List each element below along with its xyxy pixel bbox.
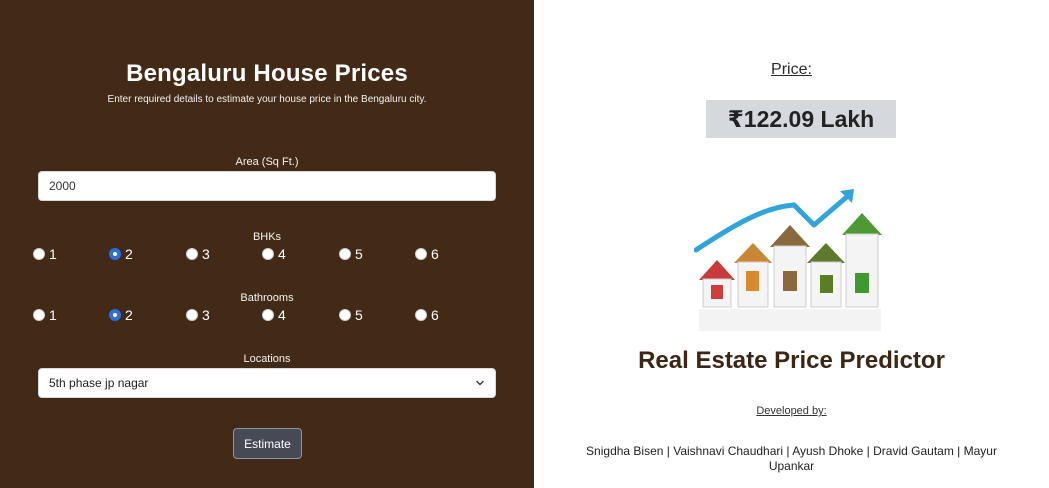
- bhk-label: BHKs: [252, 231, 282, 243]
- area-label: Area (Sq Ft.): [235, 156, 299, 168]
- bath-option-label: 4: [278, 307, 286, 323]
- bhk-option-1[interactable]: 1: [33, 246, 57, 262]
- radio-button[interactable]: [262, 309, 274, 321]
- developer-names: Snigdha Bisen | Vaishnavi Chaudhari | Ay…: [586, 444, 997, 473]
- bhk-option-label: 5: [355, 246, 363, 262]
- chevron-down-icon: [476, 380, 484, 386]
- location-selected-value: 5th phase jp nagar: [49, 376, 149, 390]
- form-subtitle: Enter required details to estimate your …: [107, 94, 427, 105]
- radio-button[interactable]: [186, 248, 198, 260]
- radio-button[interactable]: [33, 248, 45, 260]
- bhk-option-2[interactable]: 2: [109, 246, 133, 262]
- bhk-option-label: 2: [125, 246, 133, 262]
- bath-option-label: 3: [202, 307, 210, 323]
- bhk-option-3[interactable]: 3: [186, 246, 210, 262]
- bathrooms-radio-group: 1 2 3 4 5 6: [33, 307, 503, 327]
- estimate-button[interactable]: Estimate: [233, 428, 302, 459]
- bath-option-label: 6: [431, 307, 439, 323]
- bhk-option-label: 4: [278, 246, 286, 262]
- radio-button-selected[interactable]: [109, 309, 121, 321]
- developed-by-label: Developed by:: [756, 405, 827, 417]
- form-title: Bengaluru House Prices: [126, 60, 408, 87]
- radio-button[interactable]: [262, 248, 274, 260]
- bath-option-1[interactable]: 1: [33, 307, 57, 323]
- bath-option-label: 2: [125, 307, 133, 323]
- input-panel: Bengaluru House Prices Enter required de…: [0, 0, 534, 488]
- radio-button[interactable]: [339, 309, 351, 321]
- bath-option-label: 5: [355, 307, 363, 323]
- price-label: Price:: [771, 61, 812, 78]
- real-estate-illustration: [694, 189, 882, 331]
- radio-button[interactable]: [186, 309, 198, 321]
- bhk-option-4[interactable]: 4: [262, 246, 286, 262]
- bhk-option-label: 1: [49, 246, 57, 262]
- bath-option-5[interactable]: 5: [339, 307, 363, 323]
- bhk-radio-group: 1 2 3 4 5 6: [33, 246, 503, 266]
- bathrooms-label: Bathrooms: [240, 292, 294, 304]
- result-panel: Price: ₹122.09 Lakh Real Estate Price Pr…: [534, 0, 1049, 488]
- location-select[interactable]: 5th phase jp nagar: [38, 368, 496, 398]
- bath-option-6[interactable]: 6: [415, 307, 439, 323]
- bath-option-2[interactable]: 2: [109, 307, 133, 323]
- radio-button[interactable]: [339, 248, 351, 260]
- area-input[interactable]: [38, 171, 496, 201]
- radio-button[interactable]: [415, 309, 427, 321]
- bhk-option-5[interactable]: 5: [339, 246, 363, 262]
- app-title: Real Estate Price Predictor: [638, 347, 945, 374]
- bath-option-4[interactable]: 4: [262, 307, 286, 323]
- bhk-option-6[interactable]: 6: [415, 246, 439, 262]
- bath-option-3[interactable]: 3: [186, 307, 210, 323]
- price-value: ₹122.09 Lakh: [706, 100, 896, 138]
- radio-button[interactable]: [415, 248, 427, 260]
- radio-button-selected[interactable]: [109, 248, 121, 260]
- radio-button[interactable]: [33, 309, 45, 321]
- bhk-option-label: 6: [431, 246, 439, 262]
- bhk-option-label: 3: [202, 246, 210, 262]
- locations-label: Locations: [243, 353, 291, 365]
- bath-option-label: 1: [49, 307, 57, 323]
